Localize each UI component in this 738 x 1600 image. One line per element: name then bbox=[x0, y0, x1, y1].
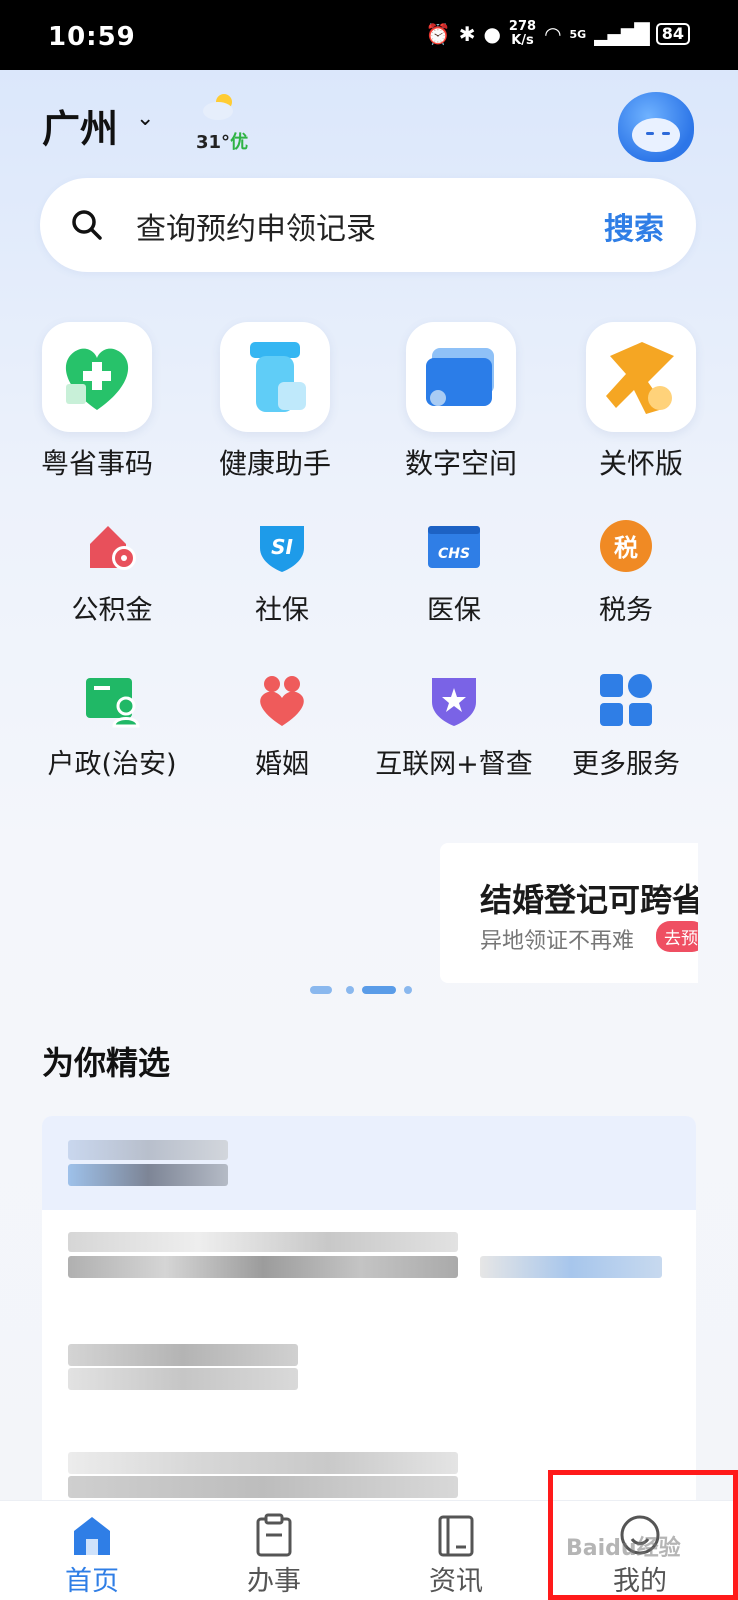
blurred-text bbox=[68, 1368, 298, 1390]
carousel-dot bbox=[310, 986, 332, 994]
tab-label: 办事 bbox=[247, 1566, 301, 1597]
promo-banner[interactable]: 结婚登记可跨省 异地领证不再难 去预 bbox=[440, 843, 698, 983]
network-type: 5G bbox=[569, 27, 587, 41]
care-scarf-icon bbox=[606, 342, 674, 414]
tax-icon: 税 bbox=[600, 520, 652, 572]
search-button[interactable]: 搜索 bbox=[604, 204, 664, 248]
blurred-text bbox=[68, 1476, 458, 1498]
carousel-dot-active bbox=[362, 986, 396, 994]
status-time: 10:59 bbox=[48, 22, 136, 52]
digital-space-cards-icon bbox=[426, 348, 494, 406]
recommendation-card[interactable] bbox=[42, 1116, 696, 1500]
card-header bbox=[42, 1116, 696, 1210]
svg-text:CHS: CHS bbox=[438, 546, 470, 562]
watermark: Baidu经验 bbox=[566, 1536, 681, 1561]
weather-cloud-sun-icon bbox=[203, 94, 233, 120]
bluetooth-icon: ✱ bbox=[458, 22, 476, 46]
svg-text:税: 税 bbox=[614, 534, 638, 562]
location-icon: ● bbox=[483, 22, 501, 46]
featured-label: 粤省事码 bbox=[40, 447, 153, 480]
battery-icon: 84 bbox=[655, 23, 690, 45]
blurred-text bbox=[68, 1164, 228, 1186]
service-label: 户政(治安) bbox=[47, 749, 177, 780]
blurred-text bbox=[68, 1344, 298, 1366]
medical-insurance-chs-icon: CHS bbox=[428, 526, 480, 568]
household-registration-icon bbox=[86, 678, 140, 728]
featured-label: 健康助手 bbox=[218, 447, 331, 480]
city-selector[interactable]: 广州 bbox=[42, 98, 118, 153]
tab-label: 资讯 bbox=[429, 1566, 483, 1597]
service-label: 婚姻 bbox=[255, 749, 309, 780]
supervision-star-badge-icon bbox=[432, 678, 476, 726]
carousel-dot bbox=[346, 986, 354, 994]
carousel-dot bbox=[404, 986, 412, 994]
blurred-text bbox=[68, 1232, 458, 1252]
alarm-icon: ⏰ bbox=[425, 22, 451, 46]
social-security-shield-icon: SI bbox=[260, 526, 304, 572]
service-label: 社保 bbox=[255, 595, 309, 626]
service-label: 互联网+督查 bbox=[375, 749, 533, 780]
more-services-grid-icon bbox=[600, 674, 652, 726]
search-icon bbox=[72, 210, 102, 240]
health-code-heart-icon bbox=[65, 348, 129, 410]
housing-fund-icon bbox=[90, 526, 136, 570]
blurred-text bbox=[68, 1140, 228, 1160]
air-quality: 优 bbox=[230, 132, 249, 153]
home-icon bbox=[74, 1517, 110, 1555]
clipboard-icon bbox=[256, 1513, 292, 1557]
service-label: 税务 bbox=[599, 595, 653, 626]
banner-title: 结婚登记可跨省 bbox=[480, 881, 698, 919]
tab-label: 首页 bbox=[65, 1566, 119, 1597]
news-book-icon bbox=[438, 1515, 474, 1557]
blurred-text bbox=[68, 1256, 458, 1278]
signal-icon: ▂▄▆█ bbox=[594, 22, 650, 46]
search-input[interactable]: 查询预约申领记录 bbox=[136, 204, 376, 248]
blurred-text bbox=[480, 1256, 662, 1278]
service-label: 医保 bbox=[427, 595, 481, 626]
blurred-text bbox=[68, 1452, 458, 1474]
network-speed: 278 K/s bbox=[508, 19, 537, 48]
weather-temperature: 31° bbox=[196, 132, 231, 153]
featured-label: 关怀版 bbox=[598, 447, 683, 480]
tab-label: 我的 bbox=[613, 1566, 667, 1597]
banner-subtitle: 异地领证不再难 bbox=[480, 929, 635, 954]
health-assistant-bottle-icon bbox=[250, 342, 306, 412]
robot-mascot-icon[interactable] bbox=[618, 92, 694, 162]
status-icons: ⏰ ✱ ● 278 K/s ◠ 5G ▂▄▆█ 84 bbox=[426, 20, 690, 48]
svg-text:SI: SI bbox=[271, 535, 293, 559]
status-bar: 10:59 ⏰ ✱ ● 278 K/s ◠ 5G ▂▄▆█ 84 bbox=[0, 0, 738, 70]
service-label: 公积金 bbox=[71, 595, 153, 626]
service-label: 更多服务 bbox=[572, 749, 680, 780]
marriage-icon bbox=[260, 676, 304, 726]
banner-cta-button[interactable]: 去预 bbox=[656, 921, 698, 952]
tab-services[interactable]: 办事 bbox=[204, 1501, 344, 1600]
tab-news[interactable]: 资讯 bbox=[386, 1501, 526, 1600]
weather-info[interactable]: 31°优 bbox=[196, 128, 248, 154]
wifi-icon: ◠ bbox=[544, 22, 562, 46]
tab-home[interactable]: 首页 bbox=[22, 1501, 162, 1600]
featured-label: 数字空间 bbox=[404, 447, 517, 480]
search-bar[interactable]: 查询预约申领记录 搜索 bbox=[40, 178, 696, 272]
section-title: 为你精选 bbox=[42, 1044, 171, 1082]
chevron-down-icon[interactable]: ⌄ bbox=[136, 106, 154, 131]
home-page: 广州 ⌄ 31°优 查询预约申领记录 搜索 粤省事码 健康助手 数字空间 关怀版… bbox=[0, 70, 738, 1500]
